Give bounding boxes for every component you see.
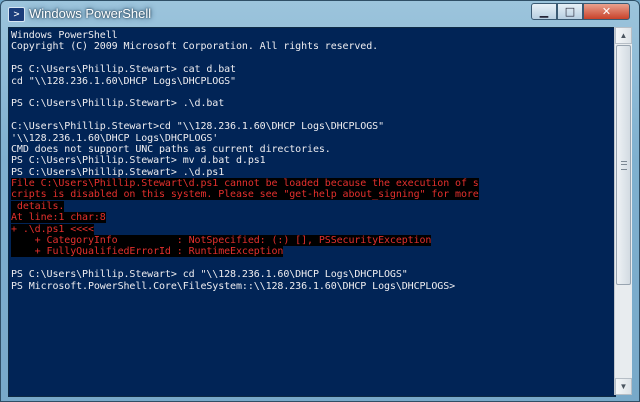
maximize-button[interactable]: □ <box>557 3 583 20</box>
close-button[interactable]: ✕ <box>583 3 630 20</box>
console-line-text: PS C:\Users\Phillip.Stewart> .\d.ps1 <box>11 166 225 178</box>
console-line-text: PS C:\Users\Phillip.Stewart> .\d.bat <box>11 98 225 110</box>
console-line-text: Copyright (C) 2009 Microsoft Corporation… <box>11 41 379 53</box>
thumb-grip-icon <box>621 161 627 170</box>
console-line: PS C:\Users\Phillip.Stewart> .\d.bat <box>11 98 613 109</box>
console-output[interactable]: Windows PowerShell Copyright (C) 2009 Mic… <box>8 27 616 397</box>
console-line: cd "\\128.236.1.60\DHCP Logs\DHCPLOGS" <box>11 76 613 87</box>
console-line: PS C:\Users\Phillip.Stewart> cat d.bat <box>11 64 613 75</box>
console-error-line: At line:1 char:8 <box>11 212 613 224</box>
console-line-text: CMD does not support UNC paths as curren… <box>11 143 331 155</box>
console-line: C:\Users\Phillip.Stewart>cd "\\128.236.1… <box>11 121 613 132</box>
console-line-text: PS C:\Users\Phillip.Stewart> cd "\\128.2… <box>11 269 408 281</box>
console-error-line: + FullyQualifiedErrorId : RuntimeExcepti… <box>11 246 613 258</box>
console-line: PS C:\Users\Phillip.Stewart> .\d.ps1 <box>11 167 613 178</box>
console-line: Windows PowerShell <box>11 30 613 41</box>
vertical-scrollbar[interactable]: ▲ ▼ <box>614 27 632 395</box>
console-line: Copyright (C) 2009 Microsoft Corporation… <box>11 41 613 52</box>
console-error-line: details. <box>11 200 613 212</box>
scroll-up-button[interactable]: ▲ <box>615 27 632 44</box>
console-line-text: File C:\Users\Phillip.Stewart\d.ps1 cann… <box>11 178 479 190</box>
console-error-line: cripts is disabled on this system. Pleas… <box>11 189 613 201</box>
console-line-text: cd "\\128.236.1.60\DHCP Logs\DHCPLOGS" <box>11 75 236 87</box>
console-line-text: + .\d.ps1 <<<< <box>11 223 94 235</box>
console-line: '\\128.236.1.60\DHCP Logs\DHCPLOGS' <box>11 133 613 144</box>
scroll-thumb[interactable] <box>616 45 631 285</box>
console-line: PS C:\Users\Phillip.Stewart> cd "\\128.2… <box>11 269 613 280</box>
console-line-text: PS C:\Users\Phillip.Stewart> mv d.bat d.… <box>11 155 266 167</box>
powershell-window: > Windows PowerShell ▁ □ ✕ Windows Power… <box>0 0 640 402</box>
console-line: CMD does not support UNC paths as curren… <box>11 144 613 155</box>
console-line-text: PS Microsoft.PowerShell.Core\FileSystem:… <box>11 280 456 292</box>
console-error-line: File C:\Users\Phillip.Stewart\d.ps1 cann… <box>11 178 613 190</box>
console-line-text: '\\128.236.1.60\DHCP Logs\DHCPLOGS' <box>11 132 219 144</box>
title-bar[interactable]: > Windows PowerShell ▁ □ ✕ <box>1 1 639 27</box>
console-line-text: Windows PowerShell <box>11 30 118 41</box>
console-line-text: cripts is disabled on this system. Pleas… <box>11 189 479 201</box>
console-line: PS C:\Users\Phillip.Stewart> mv d.bat d.… <box>11 155 613 166</box>
minimize-button[interactable]: ▁ <box>531 3 557 20</box>
console-line-text: details. <box>11 200 65 212</box>
console-line-text: At line:1 char:8 <box>11 212 106 224</box>
console-error-line: + CategoryInfo : NotSpecified: (:) [], P… <box>11 235 613 247</box>
console-line-text: C:\Users\Phillip.Stewart>cd "\\128.236.1… <box>11 121 384 133</box>
scroll-down-button[interactable]: ▼ <box>615 378 632 395</box>
console-line-text: PS C:\Users\Phillip.Stewart> cat d.bat <box>11 64 236 76</box>
console-line-text: + FullyQualifiedErrorId : RuntimeExcepti… <box>11 246 284 258</box>
console-line: PS Microsoft.PowerShell.Core\FileSystem:… <box>11 281 613 292</box>
window-title: Windows PowerShell <box>29 6 152 21</box>
powershell-icon[interactable]: > <box>8 7 25 22</box>
console-line-text: + CategoryInfo : NotSpecified: (:) [], P… <box>11 235 432 247</box>
console-lines: Windows PowerShell Copyright (C) 2009 Mic… <box>11 30 613 292</box>
console-error-line: + .\d.ps1 <<<< <box>11 223 613 235</box>
